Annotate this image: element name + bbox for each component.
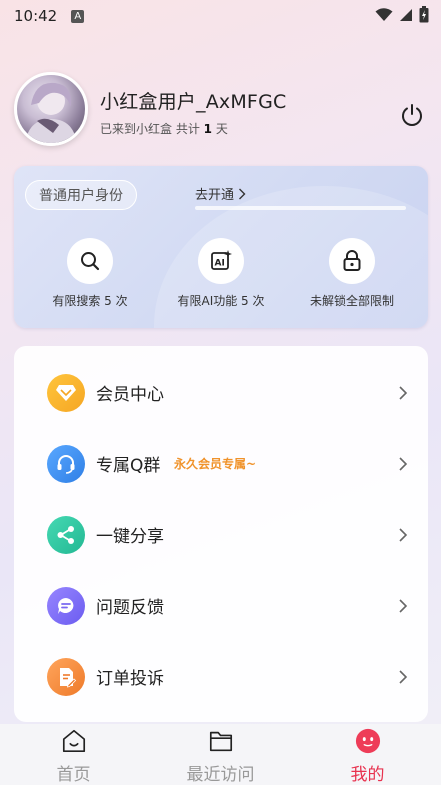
- joined-info: 已来到小红盒 共计 1 天: [100, 120, 228, 137]
- power-icon[interactable]: [399, 102, 425, 128]
- profile-face-icon: [355, 728, 380, 754]
- menu-item-vip-center[interactable]: 会员中心: [14, 357, 428, 428]
- joined-days: 1: [203, 122, 213, 136]
- bottom-tab-bar: 首页 最近访问 我的: [0, 724, 441, 785]
- share-glyph: [57, 525, 74, 544]
- feedback-icon: [47, 586, 85, 625]
- joined-prefix: 已来到小红盒 共计: [100, 122, 200, 136]
- chevron-right-icon: [239, 188, 246, 199]
- feature-ai[interactable]: AI 有限AI功能 5 次: [151, 238, 291, 309]
- signal-icon: [400, 8, 412, 21]
- tab-home-label: 首页: [56, 765, 91, 785]
- status-indicators: [375, 6, 429, 23]
- status-time: 10:42: [14, 7, 58, 25]
- feature-ai-circle: AI: [198, 238, 244, 284]
- notification-a-icon: A: [71, 9, 85, 23]
- menu-item-share[interactable]: 一键分享: [14, 499, 428, 570]
- chevron-right-icon: [399, 456, 408, 471]
- battery-icon: [419, 6, 429, 23]
- chevron-right-icon: [399, 527, 408, 542]
- wifi-icon: [375, 7, 393, 21]
- feature-ai-label: 有限AI功能 5 次: [177, 294, 265, 308]
- ai-icon: AI: [211, 250, 232, 270]
- menu-label-vip-center: 会员中心: [96, 385, 164, 405]
- complaint-icon: [47, 657, 85, 696]
- identity-badge: 普通用户身份: [25, 180, 137, 210]
- status-bar: 10:42 A: [0, 0, 441, 32]
- avatar[interactable]: [14, 72, 88, 146]
- headset-icon: [47, 444, 85, 483]
- feature-lock-circle: [329, 238, 375, 284]
- menu-label-share: 一键分享: [96, 527, 164, 547]
- feature-search-label: 有限搜索 5 次: [52, 294, 128, 308]
- folder-icon: [209, 731, 232, 752]
- profile-header: 小红盒用户_AxMFGC 已来到小红盒 共计 1 天: [14, 72, 429, 148]
- share-icon: [47, 515, 85, 554]
- tab-mine[interactable]: 我的: [294, 724, 441, 785]
- feature-lock[interactable]: 未解锁全部限制: [282, 238, 422, 309]
- feature-search[interactable]: 有限搜索 5 次: [20, 238, 160, 309]
- feature-search-circle: [67, 238, 113, 284]
- joined-suffix: 天: [215, 122, 228, 136]
- upgrade-progress-bar: [195, 206, 406, 210]
- lifetime-member-tag: 永久会员专属~: [174, 457, 257, 471]
- username: 小红盒用户_AxMFGC: [100, 91, 287, 113]
- feedback-glyph: [58, 597, 74, 614]
- chevron-right-icon: [399, 669, 408, 684]
- menu-label-qq-group: 专属Q群: [96, 456, 161, 476]
- membership-card: 普通用户身份 去开通 有限搜索 5 次 AI 有限AI功能 5 次 未解锁全部限…: [14, 166, 428, 328]
- upgrade-link[interactable]: 去开通: [195, 184, 246, 203]
- avatar-image: [25, 82, 77, 143]
- menu-item-qq-group[interactable]: 专属Q群 永久会员专属~: [14, 428, 428, 499]
- search-icon: [81, 252, 100, 271]
- upgrade-label: 去开通: [195, 188, 235, 203]
- headset-glyph: [57, 454, 75, 474]
- chevron-right-icon: [399, 598, 408, 613]
- vip-diamond-icon: [47, 373, 85, 412]
- menu-label-feedback: 问题反馈: [96, 598, 164, 618]
- menu-card: 会员中心 专属Q群 永久会员专属~ 一键分享 问题反馈 订单投诉: [14, 346, 428, 722]
- feature-lock-label: 未解锁全部限制: [309, 294, 394, 308]
- menu-item-feedback[interactable]: 问题反馈: [14, 570, 428, 641]
- menu-item-complaint[interactable]: 订单投诉: [14, 641, 428, 712]
- lock-icon: [343, 250, 361, 271]
- tab-home[interactable]: 首页: [0, 724, 147, 785]
- svg-text:AI: AI: [215, 259, 225, 269]
- menu-label-complaint: 订单投诉: [96, 669, 164, 689]
- tab-recent[interactable]: 最近访问: [147, 724, 294, 785]
- home-icon: [62, 729, 85, 753]
- tab-mine-label: 我的: [350, 765, 385, 785]
- chevron-right-icon: [399, 385, 408, 400]
- tab-recent-label: 最近访问: [186, 765, 255, 785]
- diamond-glyph: [56, 384, 76, 401]
- complaint-glyph: [60, 667, 77, 688]
